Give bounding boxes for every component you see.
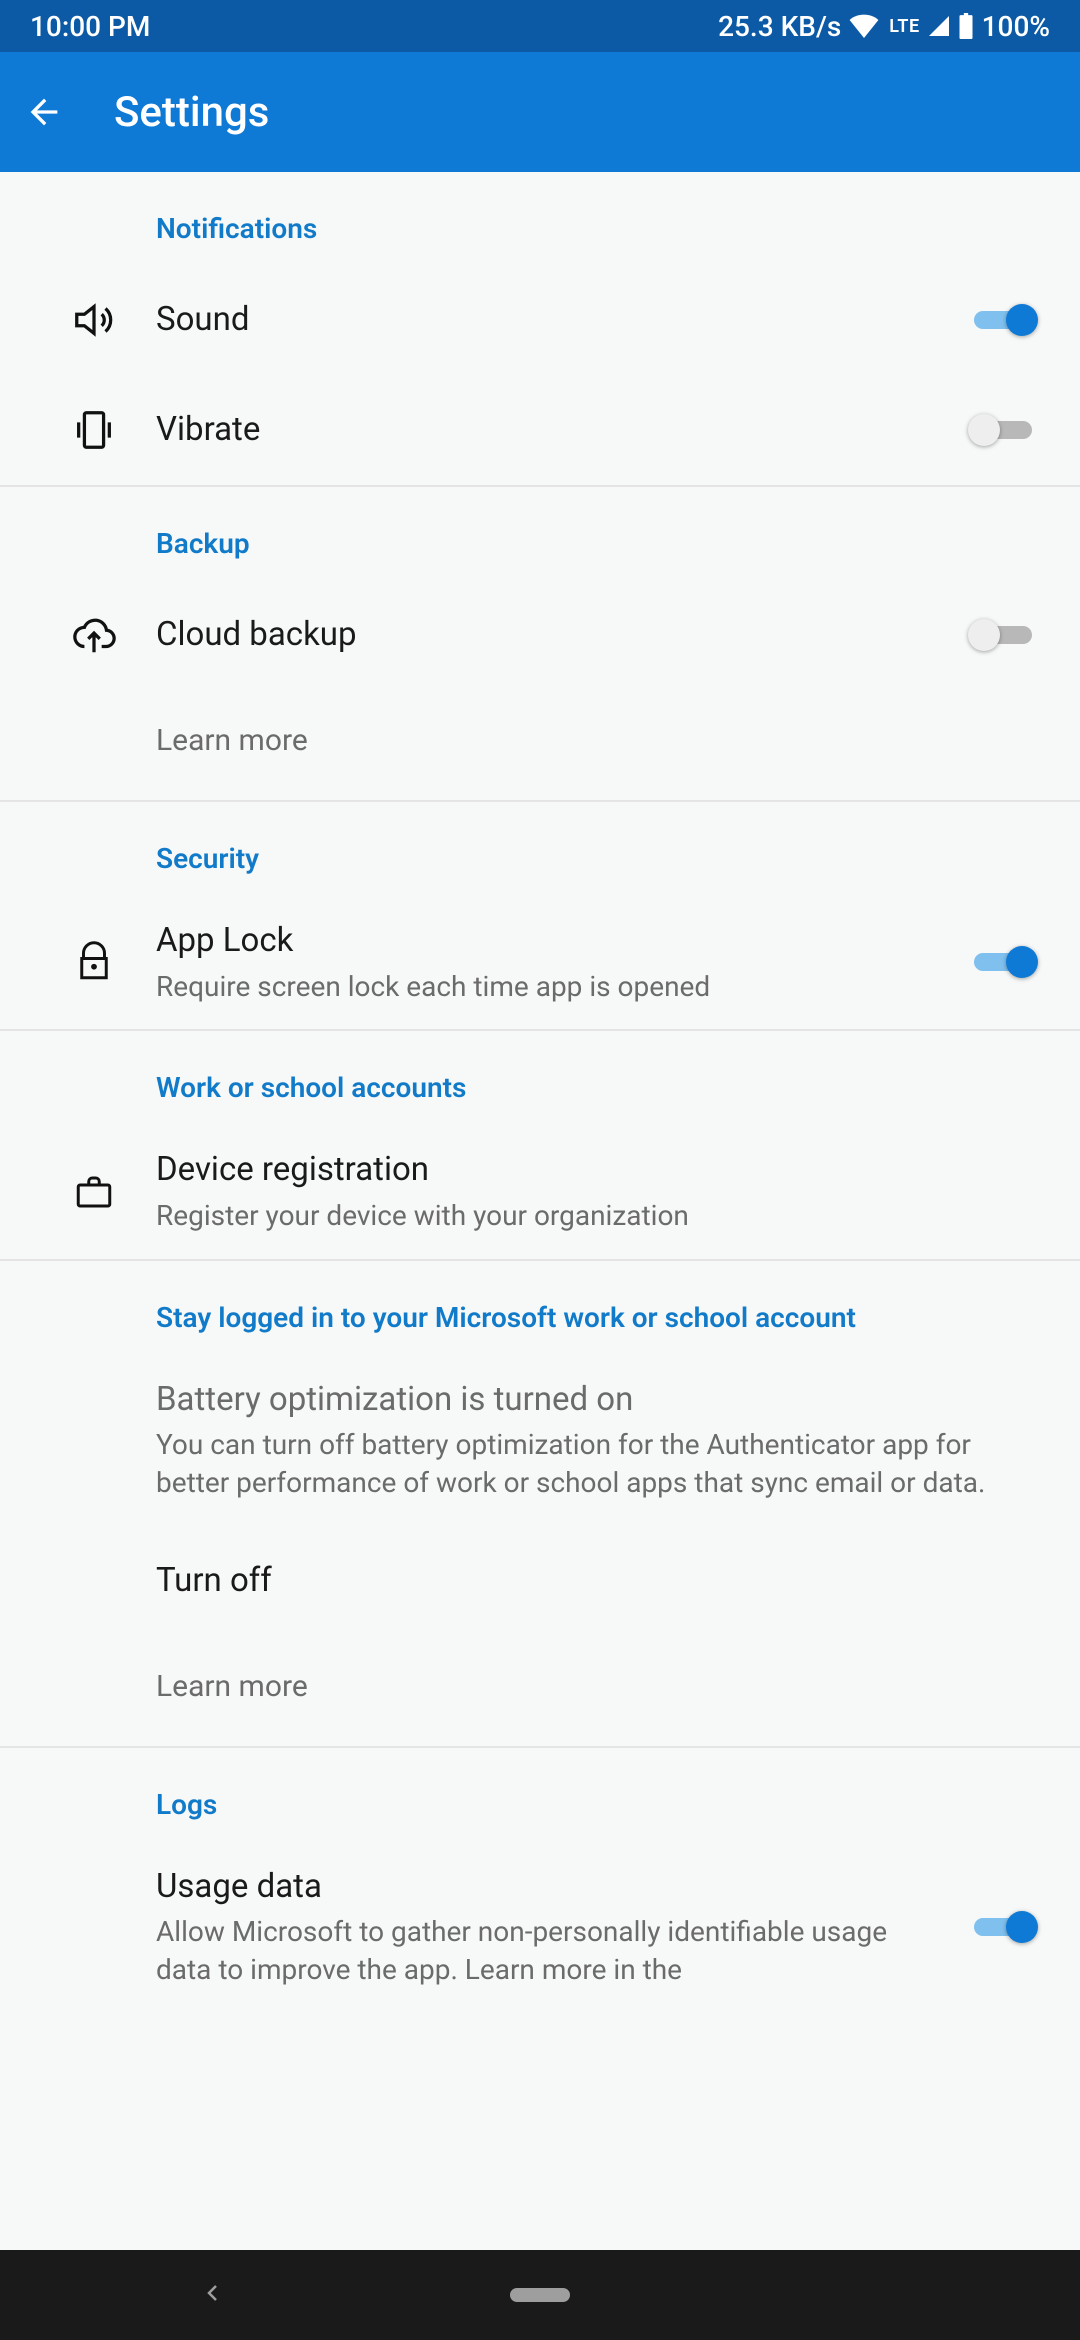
- battery-icon: [958, 13, 974, 39]
- row-turn-off[interactable]: Turn off: [0, 1526, 1080, 1636]
- status-net-speed: 25.3 KB/s: [718, 10, 841, 43]
- row-usage-label: Usage data: [156, 1865, 946, 1910]
- cloud-upload-icon: [71, 612, 117, 658]
- stay-learn-more-label: Learn more: [156, 1667, 308, 1708]
- row-usage-data[interactable]: Usage data Allow Microsoft to gather non…: [0, 1841, 1080, 1989]
- lte-label: LTE: [889, 16, 919, 37]
- toggle-sound[interactable]: [968, 300, 1038, 340]
- status-time: 10:00 PM: [30, 10, 150, 43]
- section-header-backup: Backup: [0, 487, 1080, 580]
- row-device-registration-sub: Register your device with your organizat…: [156, 1197, 1036, 1235]
- backup-learn-more-label: Learn more: [156, 721, 308, 762]
- arrow-left-icon: [24, 92, 64, 132]
- row-sound-label: Sound: [156, 298, 946, 343]
- speaker-icon: [71, 297, 117, 343]
- row-app-lock-sub: Require screen lock each time app is ope…: [156, 968, 946, 1006]
- row-vibrate[interactable]: Vibrate: [0, 375, 1080, 485]
- system-nav-bar: [0, 2250, 1080, 2340]
- row-battery-label: Battery optimization is turned on: [156, 1378, 1036, 1423]
- page-title: Settings: [114, 88, 269, 137]
- row-battery-sub: You can turn off battery optimization fo…: [156, 1426, 1036, 1502]
- section-header-stay: Stay logged in to your Microsoft work or…: [0, 1261, 1080, 1354]
- status-battery-pct: 100%: [982, 10, 1050, 43]
- briefcase-icon: [73, 1171, 115, 1213]
- row-cloud-backup[interactable]: Cloud backup: [0, 580, 1080, 690]
- section-header-work: Work or school accounts: [0, 1031, 1080, 1124]
- wifi-icon: [849, 14, 879, 38]
- status-icons: LTE: [849, 13, 973, 39]
- row-battery-optimization[interactable]: Battery optimization is turned on You ca…: [0, 1354, 1080, 1526]
- section-header-notifications: Notifications: [0, 172, 1080, 265]
- row-backup-learn-more[interactable]: Learn more: [0, 690, 1080, 800]
- toggle-cloud-backup[interactable]: [968, 615, 1038, 655]
- row-app-lock-label: App Lock: [156, 919, 946, 964]
- toggle-usage-data[interactable]: [968, 1907, 1038, 1947]
- row-stay-learn-more[interactable]: Learn more: [0, 1636, 1080, 1746]
- vibrate-icon: [71, 407, 117, 453]
- nav-home-pill[interactable]: [510, 2288, 570, 2302]
- nav-back-icon[interactable]: [201, 2278, 225, 2313]
- row-sound[interactable]: Sound: [0, 265, 1080, 375]
- status-bar: 10:00 PM 25.3 KB/s LTE 100%: [0, 0, 1080, 52]
- status-right: 25.3 KB/s LTE 100%: [718, 10, 1050, 43]
- toggle-app-lock[interactable]: [968, 942, 1038, 982]
- row-cloud-backup-label: Cloud backup: [156, 613, 946, 658]
- section-header-logs: Logs: [0, 1748, 1080, 1841]
- settings-content: Notifications Sound Vibrate Backup Cloud…: [0, 172, 1080, 2250]
- row-app-lock[interactable]: App Lock Require screen lock each time a…: [0, 895, 1080, 1029]
- row-device-registration[interactable]: Device registration Register your device…: [0, 1124, 1080, 1258]
- app-bar: Settings: [0, 52, 1080, 172]
- row-usage-sub: Allow Microsoft to gather non-personally…: [156, 1913, 946, 1989]
- turn-off-label: Turn off: [156, 1559, 1036, 1604]
- section-header-security: Security: [0, 802, 1080, 895]
- row-device-registration-label: Device registration: [156, 1148, 1036, 1193]
- row-vibrate-label: Vibrate: [156, 408, 946, 453]
- lock-icon: [73, 941, 115, 983]
- signal-icon: [926, 14, 952, 38]
- toggle-vibrate[interactable]: [968, 410, 1038, 450]
- back-button[interactable]: [24, 92, 114, 132]
